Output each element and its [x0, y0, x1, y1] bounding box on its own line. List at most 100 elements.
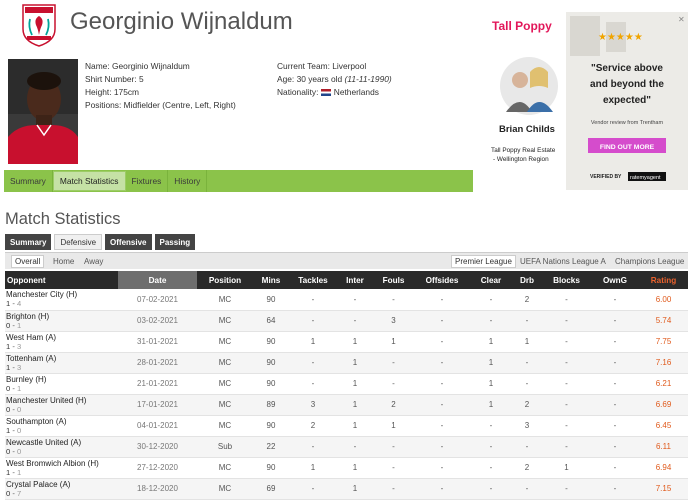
offsides-cell: -	[414, 310, 470, 332]
col-date[interactable]: Date	[118, 271, 197, 289]
ad-cta-button: FIND OUT MORE	[600, 144, 655, 151]
owng-cell: -	[591, 394, 639, 416]
owng-cell: -	[591, 373, 639, 395]
tab-match-statistics[interactable]: Match Statistics	[52, 171, 126, 191]
match-score[interactable]: 0 - 0	[6, 405, 21, 414]
ad-review-panel[interactable]: ★★★★★ ✕ "Service above and beyond the ex…	[566, 12, 688, 190]
positions-row: Positions: Midfielder (Centre, Left, Rig…	[85, 100, 236, 110]
ad-company-line2: - Wellington Region	[493, 156, 549, 163]
col-clear[interactable]: Clear	[470, 271, 512, 289]
owng-cell: -	[591, 352, 639, 374]
position-cell: MC	[197, 394, 253, 416]
drb-cell: -	[512, 478, 542, 500]
col-drb[interactable]: Drb	[512, 271, 542, 289]
height-row: Height: 175cm	[85, 87, 140, 97]
filter-uefa-nations-league[interactable]: UEFA Nations League A	[517, 255, 609, 268]
opponent-link[interactable]: Crystal Palace (A)	[6, 480, 118, 489]
ad-stars: ★★★★★	[598, 32, 643, 43]
filter-away[interactable]: Away	[81, 255, 106, 268]
opponent-link[interactable]: Southampton (A)	[6, 417, 118, 426]
ad-agent-panel[interactable]: Tall Poppy Brian Childs Tall Poppy Real …	[487, 12, 567, 190]
col-blocks[interactable]: Blocks	[542, 271, 591, 289]
blocks-cell: 1	[542, 457, 591, 479]
owng-cell: -	[591, 310, 639, 332]
subtab-summary[interactable]: Summary	[5, 234, 52, 250]
opponent-link[interactable]: Manchester City (H)	[6, 290, 118, 299]
rating-cell: 6.00	[639, 289, 688, 311]
date-cell: 17-01-2021	[118, 394, 197, 416]
position-cell: MC	[197, 331, 253, 353]
tab-fixtures[interactable]: Fixtures	[126, 170, 169, 192]
date-cell: 07-02-2021	[118, 289, 197, 311]
opponent-link[interactable]: West Ham (A)	[6, 333, 118, 342]
subtab-passing[interactable]: Passing	[154, 234, 196, 250]
player-details-right: Current Team: Liverpool Age: 30 years ol…	[277, 60, 392, 99]
fouls-cell: 3	[373, 310, 414, 332]
col-owng[interactable]: OwnG	[591, 271, 639, 289]
inter-cell: 1	[337, 457, 373, 479]
clear-cell: -	[470, 415, 512, 437]
match-score[interactable]: 1 - 4	[6, 299, 21, 308]
opponent-cell: West Bromwich Albion (H) 1 - 1	[5, 457, 118, 479]
offsides-cell: -	[414, 436, 470, 458]
filter-home[interactable]: Home	[50, 255, 77, 268]
opponent-link[interactable]: Newcastle United (A)	[6, 438, 118, 447]
inter-cell: 1	[337, 478, 373, 500]
clear-cell: 1	[470, 352, 512, 374]
col-rating[interactable]: Rating	[639, 271, 688, 289]
opponent-link[interactable]: West Bromwich Albion (H)	[6, 459, 118, 468]
blocks-cell: -	[542, 436, 591, 458]
drb-cell: -	[512, 373, 542, 395]
table-row: Newcastle United (A) 0 - 0 30-12-2020 Sub 22…	[5, 436, 688, 458]
table-row: Brighton (H) 0 - 1 03-02-2021 MC 64- -3- - - - -5…	[5, 310, 688, 332]
match-score[interactable]: 0 - 1	[6, 384, 21, 393]
opponent-link[interactable]: Burnley (H)	[6, 375, 118, 384]
col-mins[interactable]: Mins	[253, 271, 289, 289]
offsides-cell: -	[414, 352, 470, 374]
filter-champions-league[interactable]: Champions League	[612, 255, 687, 268]
fouls-cell: -	[373, 478, 414, 500]
match-score[interactable]: 1 - 3	[6, 342, 21, 351]
subtab-offensive[interactable]: Offensive	[105, 234, 152, 250]
drb-cell: 1	[512, 331, 542, 353]
rating-cell: 6.94	[639, 457, 688, 479]
drb-cell: 2	[512, 289, 542, 311]
rating-cell: 6.21	[639, 373, 688, 395]
liverpool-crest-icon	[22, 4, 56, 47]
opponent-link[interactable]: Tottenham (A)	[6, 354, 118, 363]
col-offsides[interactable]: Offsides	[414, 271, 470, 289]
filter-premier-league[interactable]: Premier League	[451, 255, 516, 268]
col-opponent[interactable]: Opponent	[5, 271, 118, 289]
offsides-cell: -	[414, 289, 470, 311]
tab-history[interactable]: History	[168, 170, 208, 192]
subtab-defensive[interactable]: Defensive	[54, 234, 103, 250]
opponent-cell: Brighton (H) 0 - 1	[5, 310, 118, 332]
position-cell: MC	[197, 457, 253, 479]
col-tackles[interactable]: Tackles	[289, 271, 337, 289]
blocks-cell: -	[542, 478, 591, 500]
table-row: Crystal Palace (A) 0 - 7 18-12-2020 MC 69-1-…	[5, 478, 688, 500]
ad-quote-line3: expected"	[603, 95, 651, 106]
position-cell: MC	[197, 478, 253, 500]
mins-cell: 90	[253, 415, 289, 437]
filter-bar: Overall Home Away Premier League UEFA Na…	[5, 252, 688, 269]
table-header-row: Opponent Date Position Mins Tackles Inte…	[5, 271, 688, 289]
col-inter[interactable]: Inter	[337, 271, 373, 289]
opponent-link[interactable]: Brighton (H)	[6, 312, 118, 321]
mins-cell: 90	[253, 373, 289, 395]
match-score[interactable]: 0 - 0	[6, 447, 21, 456]
match-score[interactable]: 0 - 1	[6, 321, 21, 330]
advertisement[interactable]: Tall Poppy Brian Childs Tall Poppy Real …	[480, 12, 688, 190]
match-score[interactable]: 1 - 0	[6, 426, 21, 435]
col-position[interactable]: Position	[197, 271, 253, 289]
table-row: Manchester United (H) 0 - 0 17-01-2021 MC 89…	[5, 394, 688, 416]
fouls-cell: -	[373, 352, 414, 374]
blocks-cell: -	[542, 415, 591, 437]
match-score[interactable]: 0 - 7	[6, 489, 21, 498]
opponent-link[interactable]: Manchester United (H)	[6, 396, 118, 405]
match-score[interactable]: 1 - 3	[6, 363, 21, 372]
col-fouls[interactable]: Fouls	[373, 271, 414, 289]
tab-summary[interactable]: Summary	[4, 170, 53, 192]
match-score[interactable]: 1 - 1	[6, 468, 21, 477]
filter-overall[interactable]: Overall	[11, 255, 45, 268]
